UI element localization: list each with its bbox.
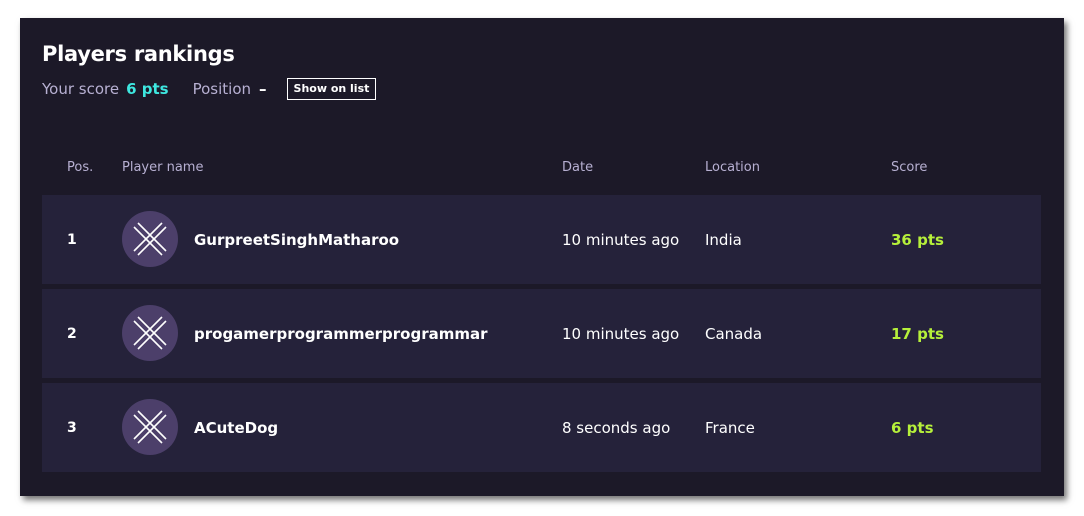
crossed-lines-avatar-icon: [122, 211, 178, 267]
score-summary: Your score 6 pts Position – Show on list: [42, 78, 377, 100]
row-score: 17 pts: [891, 324, 944, 343]
row-date: 10 minutes ago: [562, 324, 680, 343]
your-score-value: 6 pts: [126, 80, 169, 98]
column-header-pos: Pos.: [67, 160, 94, 175]
rankings-panel: Players rankings Your score 6 pts Positi…: [20, 18, 1064, 496]
player-name: progamerprogrammerprogrammar: [194, 324, 488, 343]
column-header-location: Location: [705, 160, 760, 175]
row-location: Canada: [705, 324, 763, 343]
table-row: 1 GurpreetSinghMatharoo 10 minutes ago I…: [42, 195, 1041, 284]
crossed-lines-avatar-icon: [122, 399, 178, 455]
row-score: 36 pts: [891, 230, 944, 249]
table-header: Pos. Player name Date Location Score: [42, 158, 1041, 178]
table-row: 3 ACuteDog 8 seconds ago France 6 pts: [42, 383, 1041, 472]
player-name: ACuteDog: [194, 418, 279, 437]
row-position: 2: [67, 325, 77, 342]
row-location: India: [705, 230, 742, 249]
table-row: 2 progamerprogrammerprogrammar 10 minute…: [42, 289, 1041, 378]
row-location: France: [705, 418, 755, 437]
row-position: 3: [67, 419, 77, 436]
player-name: GurpreetSinghMatharoo: [194, 230, 400, 249]
column-header-score: Score: [891, 160, 928, 175]
position-value: –: [259, 80, 267, 98]
row-score: 6 pts: [891, 418, 934, 437]
your-score-label: Your score: [42, 80, 120, 98]
row-date: 10 minutes ago: [562, 230, 680, 249]
position-label: Position: [192, 80, 252, 98]
crossed-lines-avatar-icon: [122, 305, 178, 361]
row-position: 1: [67, 231, 77, 248]
column-header-date: Date: [562, 160, 594, 175]
page-title: Players rankings: [42, 42, 235, 66]
column-header-player: Player name: [122, 160, 204, 175]
show-on-list-button[interactable]: Show on list: [286, 78, 377, 100]
row-date: 8 seconds ago: [562, 418, 671, 437]
